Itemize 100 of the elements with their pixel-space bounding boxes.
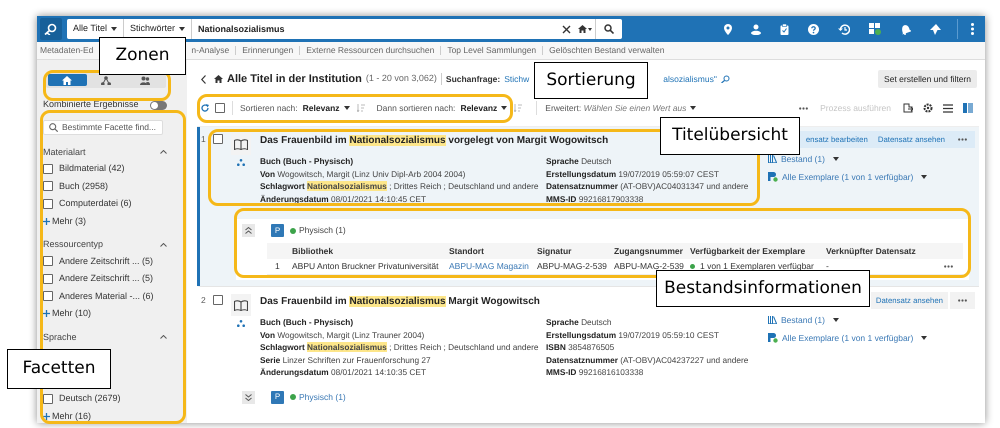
more-vertical-icon[interactable] <box>971 23 974 35</box>
help-icon[interactable] <box>808 24 819 34</box>
location-link[interactable]: ABPU-MAG Magazin <box>449 260 537 273</box>
metadata-field: Sprache Deutsch <box>546 155 612 168</box>
chevron-up-icon[interactable] <box>160 335 167 340</box>
toggle-switch[interactable] <box>150 100 167 110</box>
sort-dropdown[interactable]: Relevanz <box>302 102 350 114</box>
dropdown-link[interactable]: Alle Exemplare (1 von 1 verfügbar) <box>768 332 975 344</box>
available-dot-icon <box>290 228 296 234</box>
home-icon <box>578 25 587 33</box>
close-icon[interactable] <box>562 24 571 34</box>
expand-toggle[interactable] <box>242 390 255 404</box>
chevron-up-icon <box>245 227 252 234</box>
toggle-label: Kombinierte Ergebnisse <box>43 98 139 112</box>
caret-icon <box>921 175 928 180</box>
person-icon[interactable] <box>751 24 761 34</box>
books-icon <box>768 155 777 164</box>
caret-icon <box>501 106 508 110</box>
hierarchy-icon <box>101 76 111 85</box>
result-number: 2 <box>200 294 207 307</box>
bell-icon[interactable] <box>900 24 911 34</box>
nav-link[interactable]: Externe Ressourcen durchsuchen <box>306 44 434 57</box>
item-status-icon <box>768 333 778 344</box>
more-link[interactable]: Mehr (10) <box>43 307 181 320</box>
people-icon <box>140 76 150 85</box>
facet-option: Bildmaterial (42) <box>59 162 125 176</box>
search-icon <box>604 24 614 34</box>
caret-icon <box>111 27 118 31</box>
query-link[interactable]: alsozialismus" <box>663 72 717 86</box>
refresh-icon[interactable] <box>201 104 209 112</box>
arrow-icon[interactable] <box>930 24 941 34</box>
checkbox[interactable] <box>43 394 53 404</box>
checkbox[interactable] <box>43 198 53 209</box>
hierarchy-icon[interactable] <box>237 320 245 327</box>
more-actions-button[interactable] <box>950 292 975 309</box>
checkbox[interactable] <box>213 295 223 305</box>
search-logo-button[interactable] <box>40 18 62 40</box>
create-set-button[interactable]: Set erstellen und filtern <box>878 70 977 88</box>
search-bar[interactable]: Alle Titel Stichwörter Nationalsozialismus <box>67 19 622 39</box>
checkbox[interactable] <box>43 274 53 284</box>
more-icon <box>958 138 967 141</box>
format-label: Buch (Buch - Physisch) <box>260 155 354 168</box>
back-icon[interactable] <box>201 74 206 84</box>
nav-link[interactable]: Metadaten-Ed <box>40 44 94 57</box>
advanced-sort-dropdown[interactable]: Erweitert: Wählen Sie einen Wert aus <box>545 102 696 114</box>
split-view-icon[interactable] <box>963 103 973 113</box>
more-link[interactable]: Mehr (3) <box>43 214 181 228</box>
list-view-icon[interactable] <box>943 104 953 112</box>
query-label: Suchanfrage: <box>446 72 500 86</box>
table-cell: 1 von 1 Exemplaren verfügbar <box>690 260 826 273</box>
caret-icon <box>344 106 350 110</box>
result-title[interactable]: Das Frauenbild im Nationalsozialismus vorgelegt von Margit Wogowitsch <box>260 133 608 148</box>
result-title[interactable]: Das Frauenbild im Nationalsozialismus Margit Wogowitsch <box>260 294 540 309</box>
facet-search-field[interactable]: Bestimmte Facette find... <box>43 120 163 134</box>
settings-icon[interactable] <box>923 103 933 113</box>
home-icon[interactable] <box>214 75 223 83</box>
nav-link[interactable]: Gelöschten Bestand verwalten <box>549 44 664 57</box>
export-icon[interactable] <box>903 103 913 113</box>
more-icon[interactable] <box>799 106 808 110</box>
more-icon[interactable] <box>944 265 953 268</box>
clipboard-icon[interactable] <box>780 24 789 34</box>
column-header: Bibliothek <box>292 244 334 258</box>
dropdown-link[interactable]: Bestand (1) <box>768 153 975 166</box>
nav-link[interactable]: Erinnerungen <box>242 44 294 57</box>
location-pin-icon[interactable] <box>724 24 732 34</box>
facet-option: Deutsch (2679) <box>59 392 121 406</box>
physical-inventory-link[interactable]: Physisch (1) <box>290 390 346 404</box>
more-link[interactable]: Mehr (16) <box>43 410 181 423</box>
chevron-up-icon[interactable] <box>160 242 167 247</box>
callout-label: Titelübersicht <box>660 117 800 155</box>
checkbox[interactable] <box>213 134 223 144</box>
checkbox[interactable] <box>43 256 53 266</box>
facet-option: Andere Zeitschrift ... (5) <box>59 254 154 268</box>
dropdown-link[interactable]: Bestand (1) <box>768 314 975 327</box>
inventory-type-badge: P <box>271 224 284 237</box>
chevron-up-icon[interactable] <box>160 150 167 154</box>
hierarchy-icon[interactable] <box>237 159 245 166</box>
query-link[interactable]: Stichw <box>504 72 530 86</box>
nav-link[interactable]: Top Level Sammlungen <box>447 44 536 57</box>
column-header: Zugangsnummer <box>614 244 684 258</box>
expand-toggle[interactable] <box>242 224 255 237</box>
checkbox[interactable] <box>43 291 53 302</box>
available-dot-icon <box>290 394 296 400</box>
column-header: Standort <box>449 244 485 258</box>
select-all-checkbox[interactable] <box>215 103 225 113</box>
dropdown-link[interactable]: Alle Exemplare (1 von 1 verfügbar) <box>768 170 975 184</box>
table-cell-text: 1 <box>274 260 281 273</box>
history-icon[interactable] <box>838 24 850 34</box>
sort-dropdown[interactable]: Relevanz <box>460 102 508 114</box>
search-person-icon <box>44 23 58 35</box>
search-person-icon <box>720 75 730 83</box>
format-label: Buch (Buch - Physisch) <box>260 316 354 328</box>
nav-link[interactable]: n-Analyse <box>191 44 230 57</box>
facet-option: Computerdatei (6) <box>59 197 132 210</box>
checkbox[interactable] <box>43 164 53 174</box>
widget-grid-icon[interactable] <box>869 23 881 35</box>
physical-inventory-link[interactable]: Physisch (1) <box>290 224 346 237</box>
search-field[interactable]: Nationalsozialismus <box>192 19 558 39</box>
result-number: 1 <box>200 133 207 146</box>
checkbox[interactable] <box>43 181 53 192</box>
